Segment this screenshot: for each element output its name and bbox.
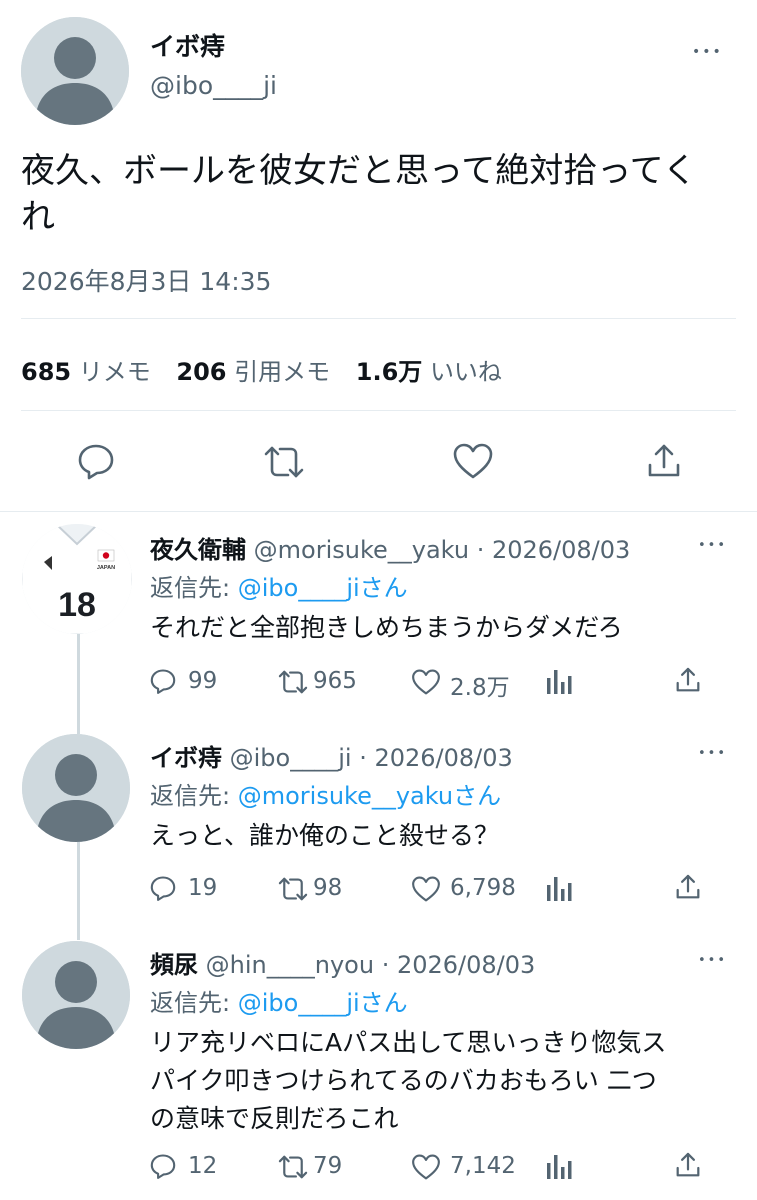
reply-count: 19 bbox=[188, 875, 218, 901]
reply-icon[interactable] bbox=[149, 1152, 177, 1180]
reply-to: 返信先: @morisuke__yakuさん bbox=[150, 776, 501, 811]
more-options-icon[interactable]: ••• bbox=[698, 746, 727, 761]
more-options-icon[interactable]: ••• bbox=[698, 953, 727, 968]
share-icon[interactable] bbox=[674, 1151, 702, 1179]
reply-to-link[interactable]: @ibo____jiさん bbox=[238, 989, 408, 1017]
analytics-icon[interactable] bbox=[545, 1153, 573, 1181]
like-count: 2.8万 bbox=[450, 675, 510, 701]
reply-avatar[interactable] bbox=[22, 941, 130, 1049]
retweet-count: 965 bbox=[313, 668, 357, 694]
reply-date[interactable]: · 2026/08/03 bbox=[477, 536, 631, 564]
reply-header: イボ痔 @ibo____ji · 2026/08/03 bbox=[150, 738, 513, 773]
reply-handle[interactable]: @ibo____ji bbox=[230, 744, 352, 772]
like-count: 7,142 bbox=[450, 1153, 516, 1179]
reply-display-name[interactable]: イボ痔 bbox=[150, 744, 222, 772]
thread-line bbox=[77, 840, 80, 940]
retweet-count-value: 685 bbox=[21, 358, 72, 386]
analytics-icon[interactable] bbox=[545, 875, 573, 903]
like-count-label: いいね bbox=[429, 358, 502, 386]
thread-line bbox=[77, 634, 80, 734]
more-options-icon[interactable]: ••• bbox=[698, 538, 727, 553]
reply-header: 頻尿 @hin____nyou · 2026/08/03 bbox=[150, 945, 535, 980]
like-count-value: 1.6万 bbox=[355, 358, 423, 386]
author-handle[interactable]: @ibo____ji bbox=[150, 71, 277, 100]
divider bbox=[21, 410, 736, 411]
reply-text: それだと全部抱きしめちまうからダメだろ bbox=[150, 613, 623, 642]
reply-icon[interactable] bbox=[149, 667, 177, 695]
author-display-name[interactable]: イボ痔 bbox=[150, 27, 225, 63]
tweet-text-line: れ bbox=[21, 197, 55, 237]
retweet-count[interactable]: 685 リメモ bbox=[21, 358, 158, 386]
reply-icon[interactable] bbox=[76, 441, 116, 481]
like-icon[interactable] bbox=[411, 668, 441, 696]
quote-count-label: 引用メモ bbox=[234, 358, 331, 386]
retweet-icon[interactable] bbox=[277, 1153, 309, 1181]
like-count[interactable]: 1.6万 いいね bbox=[356, 358, 502, 386]
tweet-text-line: 夜久、ボールを彼女だと思って絶対拾ってく bbox=[21, 151, 697, 191]
reply-to-link[interactable]: @morisuke__yakuさん bbox=[238, 782, 501, 810]
reply-to-label: 返信先: bbox=[150, 574, 231, 602]
quote-count[interactable]: 206 引用メモ bbox=[176, 358, 337, 386]
reply-text-line: リア充リベロにAパス出して思いっきり惚気ス bbox=[150, 1028, 667, 1057]
share-icon[interactable] bbox=[674, 666, 702, 694]
share-icon[interactable] bbox=[645, 442, 683, 480]
reply-avatar-jersey[interactable]: JAPAN 18 bbox=[22, 524, 132, 634]
reply-icon[interactable] bbox=[149, 874, 177, 902]
reply-avatar[interactable] bbox=[22, 734, 130, 842]
reply-display-name[interactable]: 夜久衛輔 bbox=[150, 536, 246, 564]
like-count: 6,798 bbox=[450, 875, 516, 901]
retweet-count: 98 bbox=[313, 875, 343, 901]
reply-to: 返信先: @ibo____jiさん bbox=[150, 568, 408, 603]
reply-to-label: 返信先: bbox=[150, 782, 231, 810]
reply-handle[interactable]: @hin____nyou bbox=[206, 951, 374, 979]
reply-handle[interactable]: @morisuke__yaku bbox=[254, 536, 469, 564]
reply-text: えっと、誰か俺のこと殺せる？ bbox=[150, 821, 500, 850]
jersey-number: 18 bbox=[58, 586, 96, 624]
reply-display-name[interactable]: 頻尿 bbox=[150, 951, 198, 979]
divider bbox=[21, 318, 736, 319]
reply-date[interactable]: · 2026/08/03 bbox=[359, 744, 513, 772]
retweet-icon[interactable] bbox=[277, 668, 309, 696]
reply-count: 12 bbox=[188, 1153, 218, 1179]
retweet-icon[interactable] bbox=[262, 443, 306, 481]
retweet-icon[interactable] bbox=[277, 875, 309, 903]
retweet-count-label: リメモ bbox=[78, 358, 151, 386]
retweet-count: 79 bbox=[313, 1153, 343, 1179]
quote-count-value: 206 bbox=[176, 358, 227, 386]
like-icon[interactable] bbox=[411, 1153, 441, 1181]
tweet-stats: 685 リメモ 206 引用メモ 1.6万 いいね bbox=[21, 352, 502, 387]
reply-to-link[interactable]: @ibo____jiさん bbox=[238, 574, 408, 602]
reply-to: 返信先: @ibo____jiさん bbox=[150, 983, 408, 1018]
reply-date[interactable]: · 2026/08/03 bbox=[382, 951, 536, 979]
jersey-country: JAPAN bbox=[97, 565, 115, 571]
like-icon[interactable] bbox=[452, 442, 494, 480]
like-icon[interactable] bbox=[411, 875, 441, 903]
author-avatar[interactable] bbox=[21, 17, 129, 125]
reply-text-line: の意味で反則だろこれ bbox=[150, 1104, 399, 1133]
reply-count: 99 bbox=[188, 668, 218, 694]
share-icon[interactable] bbox=[674, 873, 702, 901]
analytics-icon[interactable] bbox=[545, 668, 573, 696]
reply-text: リア充リベロにAパス出して思いっきり惚気ス パイク叩きつけられてるのバカおもろい… bbox=[150, 1024, 666, 1138]
reply-to-label: 返信先: bbox=[150, 989, 231, 1017]
tweet-timestamp[interactable]: 2026年8月3日 14:35 bbox=[21, 262, 271, 298]
divider bbox=[0, 511, 757, 512]
more-options-icon[interactable]: ••• bbox=[692, 44, 723, 60]
reply-header: 夜久衛輔 @morisuke__yaku · 2026/08/03 bbox=[150, 530, 630, 565]
reply-text-line: パイク叩きつけられてるのバカおもろい 二つ bbox=[150, 1066, 657, 1095]
tweet-text: 夜久、ボールを彼女だと思って絶対拾ってく れ bbox=[21, 148, 697, 240]
